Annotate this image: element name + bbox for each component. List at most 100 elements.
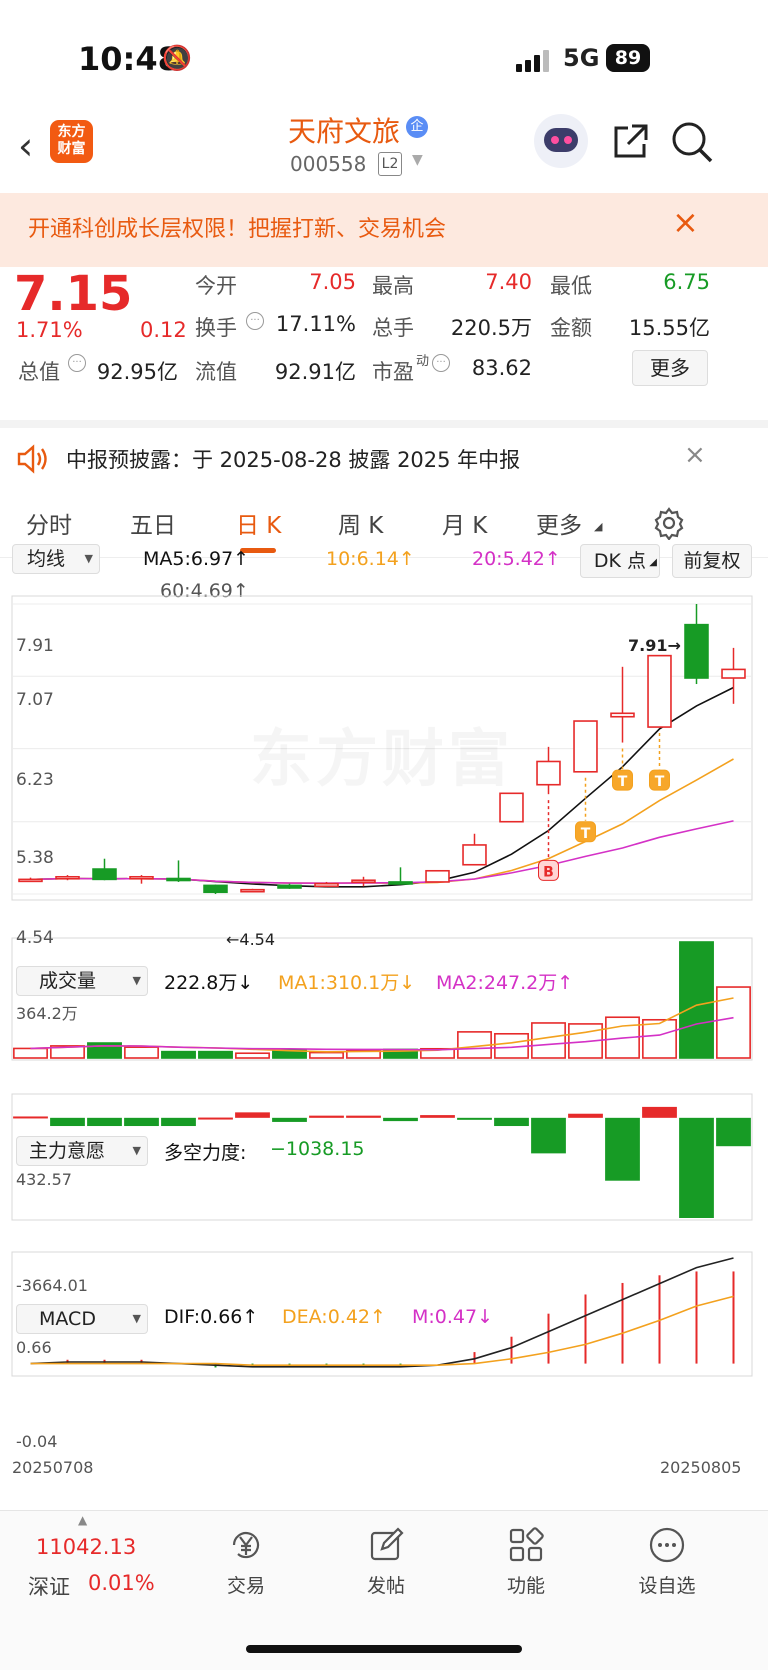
close-icon[interactable]: × [684, 440, 706, 470]
mainforce-axis-min: -3664.01 [16, 1276, 88, 1295]
chevron-up-icon[interactable]: ▲ [78, 1513, 87, 1527]
enterprise-badge: 企 [406, 116, 428, 138]
macd-select-label: MACD [39, 1308, 96, 1330]
info-icon[interactable]: ··· [68, 354, 86, 372]
macd-m: M:0.47↓ [412, 1306, 494, 1328]
search-icon[interactable] [670, 120, 714, 164]
volume-value: 220.5万 [450, 316, 532, 340]
candle-body [129, 875, 154, 880]
price-axis-label: 4.54 [16, 928, 54, 948]
gear-icon[interactable] [652, 506, 686, 540]
candle-body [721, 668, 746, 679]
volume-ma2: MA2:247.2万↑ [436, 972, 574, 994]
mainforce-bar [383, 1117, 418, 1122]
tab-minute[interactable]: 分时 [26, 506, 72, 540]
price-axis-label: 7.91 [16, 636, 54, 656]
volume-select[interactable]: 成交量 ▼ [16, 966, 148, 996]
amount-label: 金额 [550, 316, 592, 340]
mainforce-bar [642, 1106, 677, 1118]
candle-body [647, 654, 672, 728]
tab-five-day[interactable]: 五日 [130, 506, 176, 540]
volume-bar [642, 1018, 677, 1059]
volume-bar [716, 986, 751, 1059]
mainforce-select-label: 主力意愿 [29, 1140, 106, 1162]
more-button[interactable]: 更多 [632, 350, 708, 386]
mute-bell-icon: 🔕 [162, 44, 192, 72]
index-name: 深证 [28, 1575, 70, 1599]
battery-icon: 89 [606, 44, 650, 72]
signal-icon [516, 50, 552, 72]
tab-weekly-k[interactable]: 周 K [338, 506, 383, 540]
index-value[interactable]: 11042.13 [36, 1535, 136, 1559]
close-icon[interactable]: × [672, 203, 699, 241]
mainforce-bar [198, 1117, 233, 1120]
mktcap-label: 总值 [18, 360, 60, 384]
mainforce-select[interactable]: 主力意愿 ▼ [16, 1136, 148, 1166]
info-icon[interactable]: ··· [246, 312, 264, 330]
macd-select[interactable]: MACD ▼ [16, 1304, 148, 1334]
low-label: 最低 [550, 274, 592, 298]
watchlist-label: 设自选 [638, 1575, 696, 1597]
mainforce-bar [87, 1117, 122, 1127]
chevron-down-icon[interactable]: ▼ [412, 152, 423, 168]
notice-bar[interactable]: 中报预披露：于 2025-08-28 披露 2025 年中报 × [0, 420, 768, 492]
tab-more[interactable]: 更多 [536, 506, 582, 540]
volume-axis-max: 364.2万 [16, 1004, 78, 1023]
share-icon[interactable] [610, 122, 650, 162]
promo-banner[interactable]: 开通科创成长层权限！把握打新、交易机会 × [0, 193, 768, 267]
stock-name: 天府文旅 [288, 115, 401, 148]
candle-body [240, 888, 265, 893]
nav-bar: ‹ 东方 财富 天府文旅 企 000558 L2 ▼ [0, 110, 768, 190]
watchlist-button[interactable]: 设自选 [622, 1525, 712, 1598]
candle-body [351, 879, 376, 884]
tab-monthly-k[interactable]: 月 K [442, 506, 487, 540]
date-end: 20250805 [660, 1458, 742, 1477]
post-button[interactable]: 发帖 [346, 1525, 426, 1598]
volume-bar [309, 1051, 344, 1059]
candle-body [18, 878, 43, 883]
function-label: 功能 [506, 1575, 545, 1597]
mainforce-bar [494, 1117, 529, 1127]
volume-select-label: 成交量 [39, 970, 97, 992]
function-button[interactable]: 功能 [486, 1525, 566, 1598]
max-price-label: 7.91→ [628, 636, 681, 655]
macd-dif: DIF:0.66↑ [164, 1306, 259, 1328]
signal-marker-label: T [581, 826, 591, 842]
robot-avatar-icon[interactable] [534, 114, 588, 168]
trade-button[interactable]: 交易 [206, 1525, 286, 1598]
macd-axis-min: -0.04 [16, 1432, 58, 1451]
min-price-label: ←4.54 [226, 930, 276, 949]
low-value: 6.75 [663, 270, 710, 294]
price-axis-label: 6.23 [16, 770, 54, 790]
bottom-bar: ▲ 11042.13 深证 0.01% 交易 发帖 功能 设自选 [0, 1510, 768, 1670]
mainforce-label: 多空力度: [164, 1142, 247, 1164]
date-start: 20250708 [12, 1458, 94, 1477]
more-dots-icon [649, 1527, 685, 1563]
kline-chart[interactable]: B T T T [0, 558, 768, 1493]
back-button[interactable]: ‹ [18, 127, 48, 168]
tab-daily-k[interactable]: 日 K [236, 506, 281, 540]
pe-label: 市盈 [372, 360, 414, 384]
panel-frame [11, 937, 753, 1061]
high-label: 最高 [372, 274, 414, 298]
pe-value: 83.62 [471, 356, 532, 380]
price-axis-label: 5.38 [16, 848, 54, 868]
mainforce-bar [309, 1115, 344, 1118]
volume-bar [161, 1050, 196, 1059]
info-icon[interactable]: ··· [432, 354, 450, 372]
pe-superscript: 动 [416, 354, 430, 369]
mainforce-axis-max: 432.57 [16, 1170, 72, 1189]
logo-line1: 东方 [57, 124, 86, 140]
ma20-line [30, 820, 734, 885]
mainforce-bar [124, 1117, 159, 1127]
volume-bar [198, 1050, 233, 1059]
mainforce-value: −1038.15 [270, 1138, 365, 1160]
mainforce-bar [679, 1117, 714, 1218]
logo-line2: 财富 [57, 141, 86, 157]
banner-text: 开通科创成长层权限！把握打新、交易机会 [28, 217, 447, 242]
mainforce-bar [420, 1115, 455, 1118]
level2-badge[interactable]: L2 [378, 152, 402, 176]
trade-label: 交易 [226, 1575, 265, 1597]
mainforce-bar [531, 1117, 566, 1154]
volume-bar [679, 941, 714, 1059]
